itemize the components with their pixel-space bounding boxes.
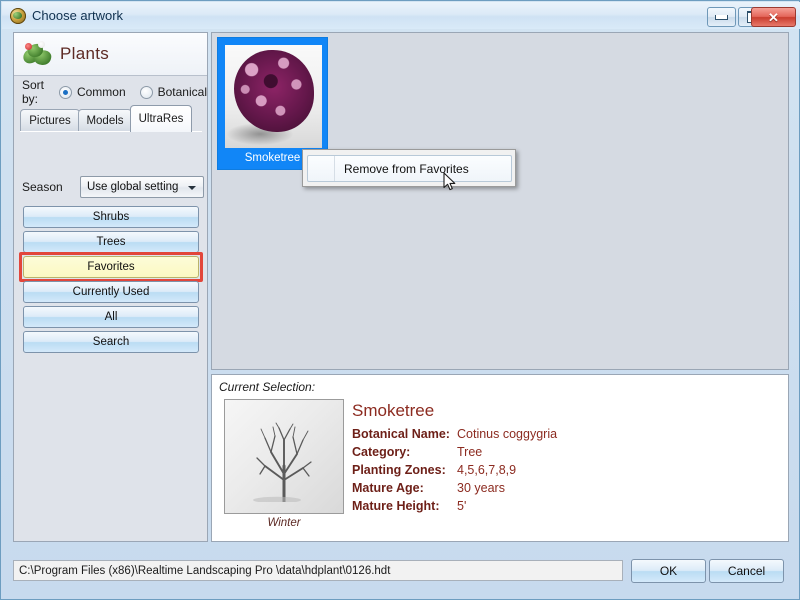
plants-header: Plants	[14, 33, 207, 76]
context-menu-item-remove-from-favorites[interactable]: Remove from Favorites	[307, 155, 512, 182]
winter-bare-tree-thumbnail	[224, 399, 344, 514]
selection-plant-name: Smoketree	[352, 401, 435, 420]
tab-pictures[interactable]: Pictures	[20, 109, 80, 132]
season-label: Season	[22, 180, 63, 194]
detail-value: 5'	[457, 499, 467, 513]
season-row: Season Use global setting	[22, 176, 204, 198]
context-menu-item-label: Remove from Favorites	[344, 161, 469, 176]
menu-gutter	[308, 156, 335, 181]
detail-key: Mature Age:	[352, 481, 424, 495]
sidebar-item-trees[interactable]: Trees	[23, 231, 199, 253]
radio-botanical-label[interactable]: Botanical	[158, 85, 207, 99]
sidebar-item-search[interactable]: Search	[23, 331, 199, 353]
app-globe-icon	[10, 7, 26, 24]
close-icon: ✕	[768, 9, 779, 25]
purple-smoketree-foliage-thumbnail	[225, 45, 322, 148]
season-value: Use global setting	[87, 181, 179, 193]
chevron-down-icon	[188, 186, 196, 190]
tab-models[interactable]: Models	[78, 109, 132, 132]
current-selection-panel: Current Selection: Winter Smoketree Bota…	[211, 374, 789, 542]
artwork-gallery[interactable]: Smoketree Remove from Favorites	[211, 32, 789, 370]
sidebar-item-currently-used[interactable]: Currently Used	[23, 281, 199, 303]
minimize-button[interactable]	[707, 7, 736, 27]
tab-ultrares[interactable]: UltraRes	[130, 105, 192, 132]
current-selection-caption: Current Selection:	[219, 380, 316, 394]
file-path-field[interactable]: C:\Program Files (x86)\Realtime Landscap…	[13, 560, 623, 581]
sort-by-label: Sort by:	[22, 78, 45, 106]
detail-value: Tree	[457, 445, 483, 459]
radio-botanical[interactable]	[139, 85, 153, 99]
detail-key: Botanical Name:	[352, 427, 450, 441]
detail-value: Cotinus coggygria	[457, 427, 558, 441]
context-menu[interactable]: Remove from Favorites	[302, 149, 516, 191]
cancel-button[interactable]: Cancel	[709, 559, 784, 583]
title-bar[interactable]: Choose artwork ✕	[2, 2, 800, 29]
bare-tree-illustration	[253, 422, 312, 502]
detail-key: Category:	[352, 445, 411, 459]
window-title: Choose artwork	[32, 8, 124, 23]
ok-button[interactable]: OK	[631, 559, 706, 583]
radio-common-label[interactable]: Common	[77, 85, 126, 99]
sidebar-item-all[interactable]: All	[23, 306, 199, 328]
sidebar-item-shrubs[interactable]: Shrubs	[23, 206, 199, 228]
detail-value: 30 years	[457, 481, 505, 495]
detail-key: Planting Zones:	[352, 463, 446, 477]
minimize-icon	[715, 14, 728, 20]
season-select[interactable]: Use global setting	[80, 176, 204, 198]
detail-key: Mature Height:	[352, 499, 440, 513]
page-title: Plants	[60, 44, 110, 63]
selection-season-label: Winter	[267, 517, 301, 529]
choose-artwork-window: Choose artwork ✕ Plants Sort by: Common …	[0, 0, 800, 600]
plant-bush-icon	[21, 40, 53, 68]
detail-value: 4,5,6,7,8,9	[457, 463, 517, 477]
client-area: Plants Sort by: Common Botanical Picture…	[8, 30, 794, 545]
tab-strip: Pictures Models UltraRes	[20, 105, 202, 132]
radio-common[interactable]	[58, 85, 72, 99]
close-button[interactable]: ✕	[751, 7, 796, 27]
sort-by-group: Sort by: Common Botanical	[22, 78, 207, 106]
sidebar-item-favorites[interactable]: Favorites	[23, 256, 199, 278]
sidebar-panel: Plants Sort by: Common Botanical Picture…	[13, 32, 208, 542]
